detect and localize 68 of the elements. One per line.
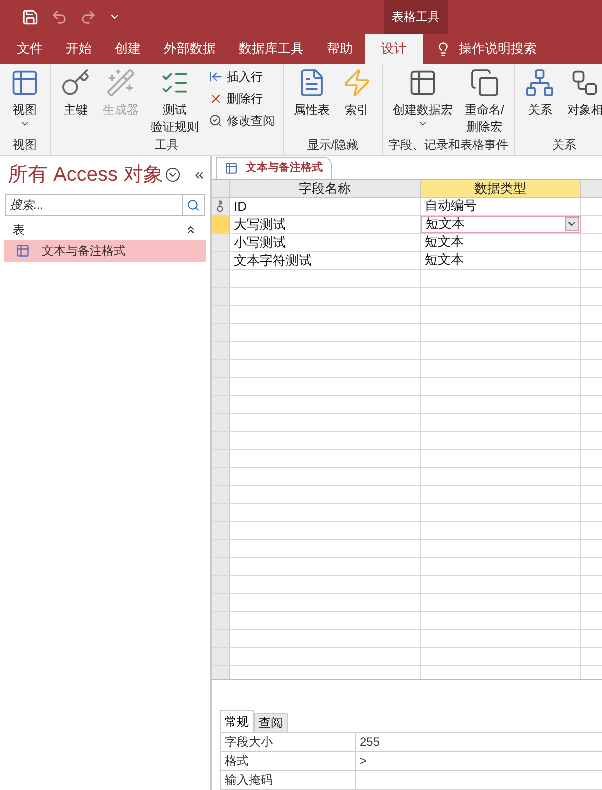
ribbon-button[interactable]: 创建数据宏	[387, 64, 459, 137]
ribbon-group-label: 字段、记录和表格事件	[388, 137, 510, 153]
ribbon-button[interactable]: 主键	[55, 64, 97, 137]
relationship-icon	[525, 68, 556, 98]
lookup-icon	[209, 114, 223, 128]
ribbon-button[interactable]: 修改查阅	[205, 110, 279, 132]
dropdown-caret-icon[interactable]	[565, 217, 579, 232]
table-cell[interactable]: 短文本	[421, 234, 581, 251]
ribbon-tab[interactable]: 外部数据	[153, 34, 227, 64]
table-icon	[16, 244, 30, 258]
save-icon	[22, 8, 39, 26]
ribbon-group-label: 视图	[12, 137, 38, 153]
collapse-section-icon	[185, 224, 197, 236]
lightning-icon	[342, 68, 372, 98]
search-icon	[187, 198, 200, 212]
ribbon-button[interactable]: 插入行	[205, 66, 279, 88]
ribbon-button[interactable]: 重命名/ 删除宏	[459, 64, 510, 137]
key-icon	[61, 68, 91, 98]
ribbon-tab[interactable]: 数据库工具	[228, 34, 315, 64]
ribbon-group-label: 显示/隐藏	[306, 137, 360, 153]
table-cell[interactable]: 短文本	[421, 216, 581, 233]
property-label: 输入掩码	[220, 771, 356, 789]
table-cell[interactable]: 文本字符测试	[230, 252, 421, 269]
ribbon-button[interactable]: 对象相	[561, 64, 602, 137]
section-header[interactable]: 表	[5, 220, 205, 240]
table-cell[interactable]: 小写测试	[230, 234, 421, 251]
property-value[interactable]: >	[356, 752, 372, 770]
ribbon-group-label: 关系	[551, 137, 578, 153]
row-selector[interactable]	[212, 198, 230, 215]
column-header[interactable]: 数据类型	[421, 180, 581, 197]
search-button[interactable]	[183, 194, 205, 216]
property-label: 格式	[220, 752, 356, 770]
ribbon-button[interactable]: 视图	[4, 64, 46, 137]
navigation-item[interactable]: 文本与备注格式	[4, 240, 206, 262]
navigation-pane-title: 所有 Access 对象	[8, 163, 164, 188]
copy-icon	[470, 68, 500, 98]
delete-row-icon	[209, 92, 223, 106]
property-label: 字段大小	[220, 733, 356, 751]
ribbon-tab[interactable]: 创建	[104, 34, 152, 64]
ribbon-tab[interactable]: 开始	[55, 34, 103, 64]
search-field[interactable]: 搜索...	[5, 194, 183, 216]
ribbon-tab[interactable]: 帮助	[316, 34, 364, 64]
property-value[interactable]: 255	[356, 733, 384, 751]
tell-me-search[interactable]: 操作说明搜索	[436, 34, 537, 64]
table-cell[interactable]: 短文本	[421, 252, 581, 269]
ribbon-button[interactable]: 属性表	[288, 64, 336, 137]
ribbon-tab[interactable]: 设计	[365, 34, 423, 64]
table-cell[interactable]: ID	[230, 198, 421, 215]
ribbon-button[interactable]: 测试 验证规则	[145, 64, 205, 137]
undo-icon	[51, 8, 68, 26]
table-grid-icon	[10, 68, 40, 98]
ribbon-button[interactable]: 索引	[336, 64, 378, 137]
ribbon-button[interactable]: 删除行	[205, 88, 279, 110]
table-icon	[408, 68, 438, 98]
ribbon-tab[interactable]: 文件	[6, 34, 54, 64]
insert-row-icon	[209, 70, 223, 84]
table-icon	[225, 162, 238, 175]
ribbon-button[interactable]: 关系	[519, 64, 562, 137]
property-tab[interactable]: 常规	[220, 710, 254, 732]
wand-icon	[106, 68, 136, 98]
lightbulb-icon	[436, 42, 451, 56]
table-cell[interactable]: 自动编号	[421, 198, 581, 215]
contextual-tab-label: 表格工具	[384, 0, 448, 34]
property-tab[interactable]: 查阅	[254, 713, 288, 732]
ribbon-group-label: 工具	[154, 137, 180, 153]
document-tab[interactable]: 文本与备注格式	[216, 156, 332, 179]
table-cell[interactable]: 大写测试	[230, 216, 421, 233]
redo-icon	[80, 8, 97, 26]
